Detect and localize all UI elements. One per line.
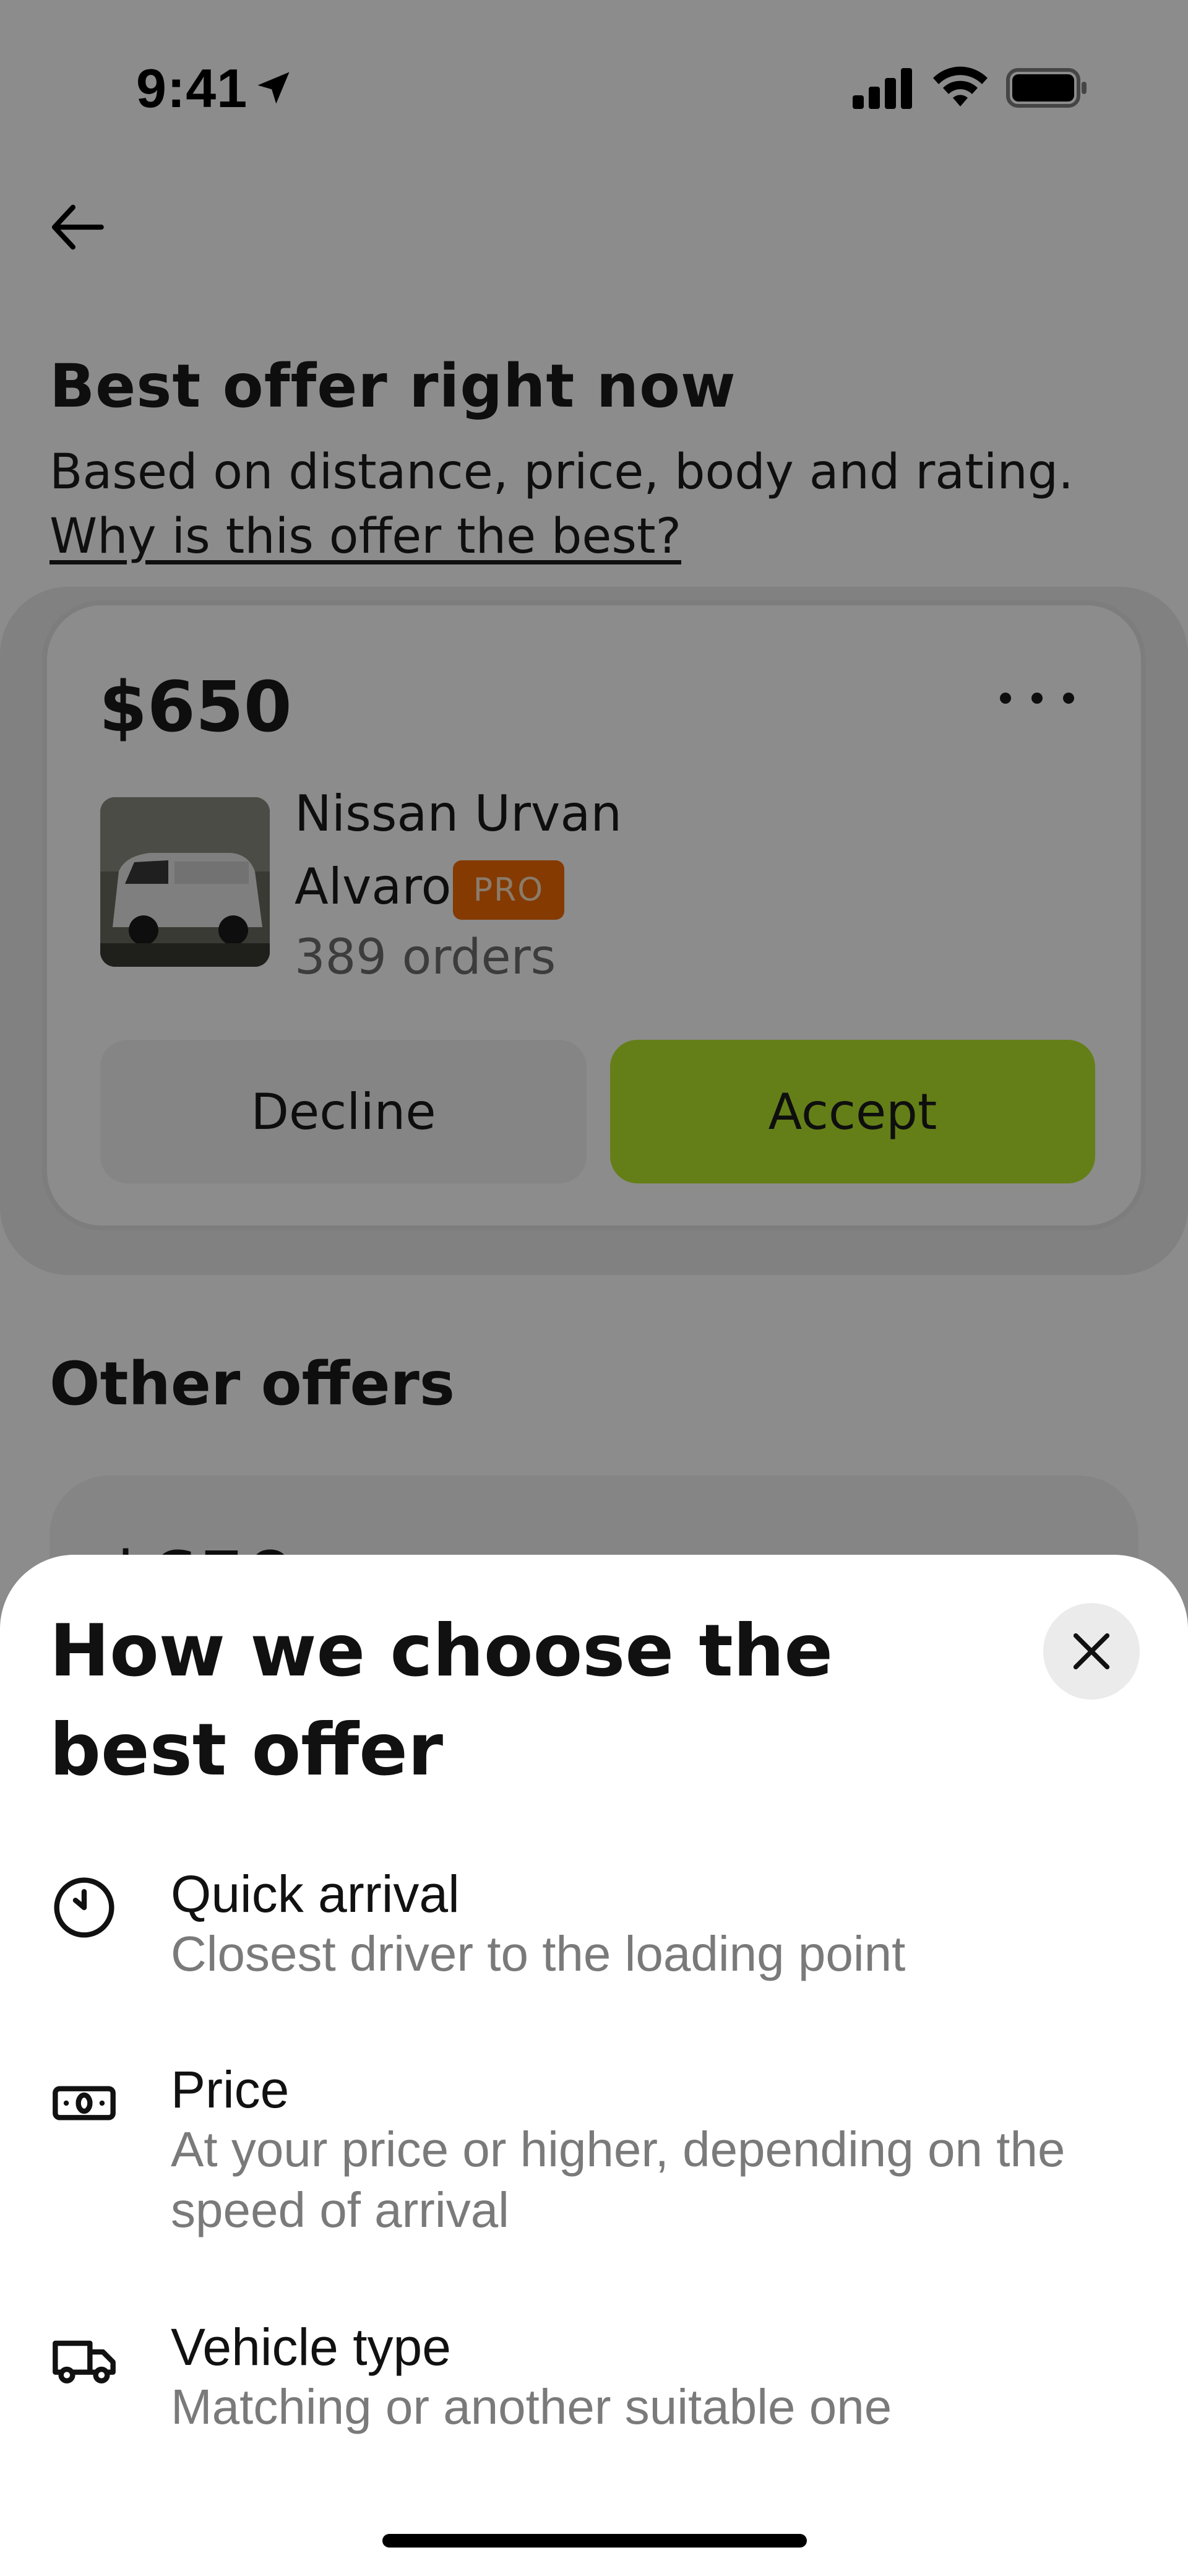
criterion-description: At your price or higher, depending on th…	[171, 2122, 1065, 2237]
truck-icon	[50, 2326, 119, 2395]
offers-screen: 9:41 Best offer right now Based on dista…	[0, 0, 1188, 2576]
criterion-vehicle-type: Vehicle type Matching or another suitabl…	[50, 2317, 1138, 2460]
criterion-title: Vehicle type	[171, 2318, 451, 2376]
criterion-description: Closest driver to the loading point	[171, 1926, 906, 1981]
sheet-title: How we choose the best offer	[50, 1609, 833, 1792]
criterion-title: Price	[171, 2060, 290, 2119]
criterion-quick-arrival: Quick arrival Closest driver to the load…	[50, 1864, 1138, 2007]
banknote-icon	[50, 2068, 119, 2138]
criterion-price: Price At your price or higher, depending…	[50, 2060, 1138, 2258]
close-icon	[1073, 1633, 1110, 1670]
clock-icon	[50, 1873, 119, 1942]
criterion-title: Quick arrival	[171, 1865, 460, 1923]
criterion-description: Matching or another suitable one	[171, 2379, 892, 2434]
best-offer-info-sheet: How we choose the best offer Quick arriv…	[0, 1555, 1188, 2576]
close-button[interactable]	[1043, 1603, 1140, 1700]
home-indicator[interactable]	[382, 2534, 807, 2548]
